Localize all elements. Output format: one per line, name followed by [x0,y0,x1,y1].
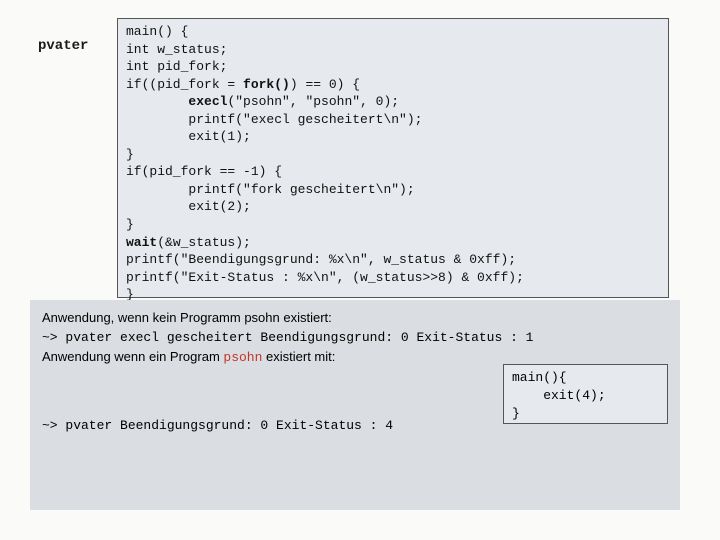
child-code: main(){ exit(4); } [512,369,659,424]
usage-note-1: Anwendung, wenn kein Programm psohn exis… [42,308,668,328]
program-name-label: pvater [38,38,88,54]
usage-note-2c: existiert mit: [262,349,335,364]
psohn-name: psohn [223,350,262,365]
output-panel: Anwendung, wenn kein Programm psohn exis… [30,300,680,510]
parent-code-block: main() { int w_status; int pid_fork; if(… [117,18,669,298]
parent-code: main() { int w_status; int pid_fork; if(… [126,23,660,304]
slide-canvas: pvater main() { int w_status; int pid_fo… [0,0,720,540]
usage-note-2a: Anwendung wenn ein Program [42,349,223,364]
child-code-block: main(){ exit(4); } [503,364,668,424]
terminal-output-1: ~> pvater execl gescheitert Beendigungsg… [42,328,668,348]
